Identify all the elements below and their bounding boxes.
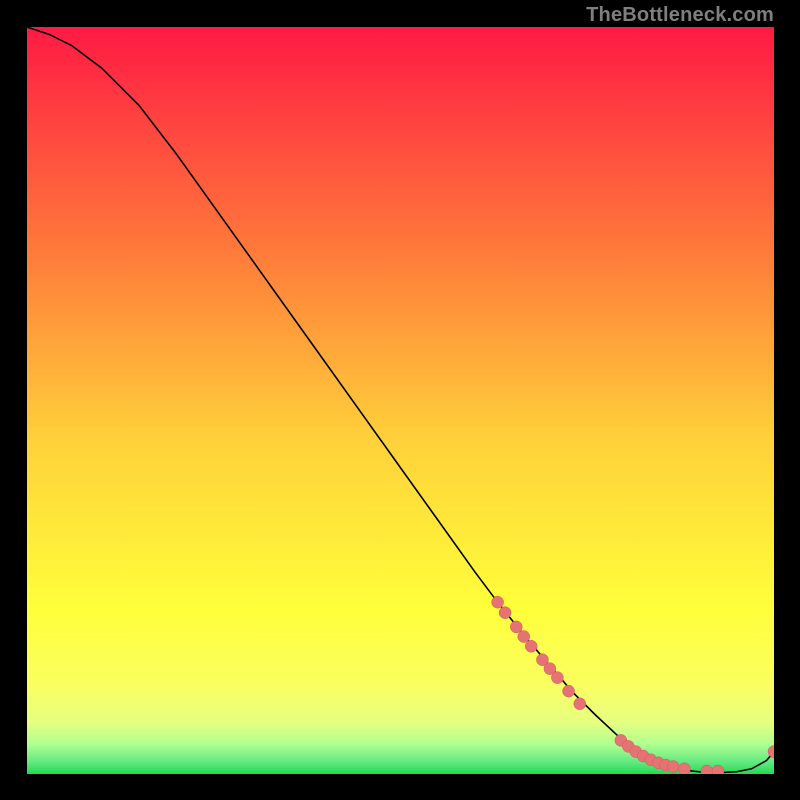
data-point: [518, 631, 530, 643]
watermark-text: TheBottleneck.com: [586, 4, 774, 27]
data-point: [499, 607, 511, 619]
data-point: [492, 596, 504, 608]
data-point: [510, 621, 522, 633]
data-point: [551, 672, 563, 684]
data-point: [563, 685, 575, 697]
bottleneck-plot: [27, 27, 774, 774]
data-point: [525, 640, 537, 652]
data-point: [667, 761, 679, 773]
gradient-background: [27, 27, 774, 774]
data-point: [678, 763, 690, 774]
chart-container: TheBottleneck.com: [0, 0, 800, 800]
data-point: [574, 698, 586, 710]
